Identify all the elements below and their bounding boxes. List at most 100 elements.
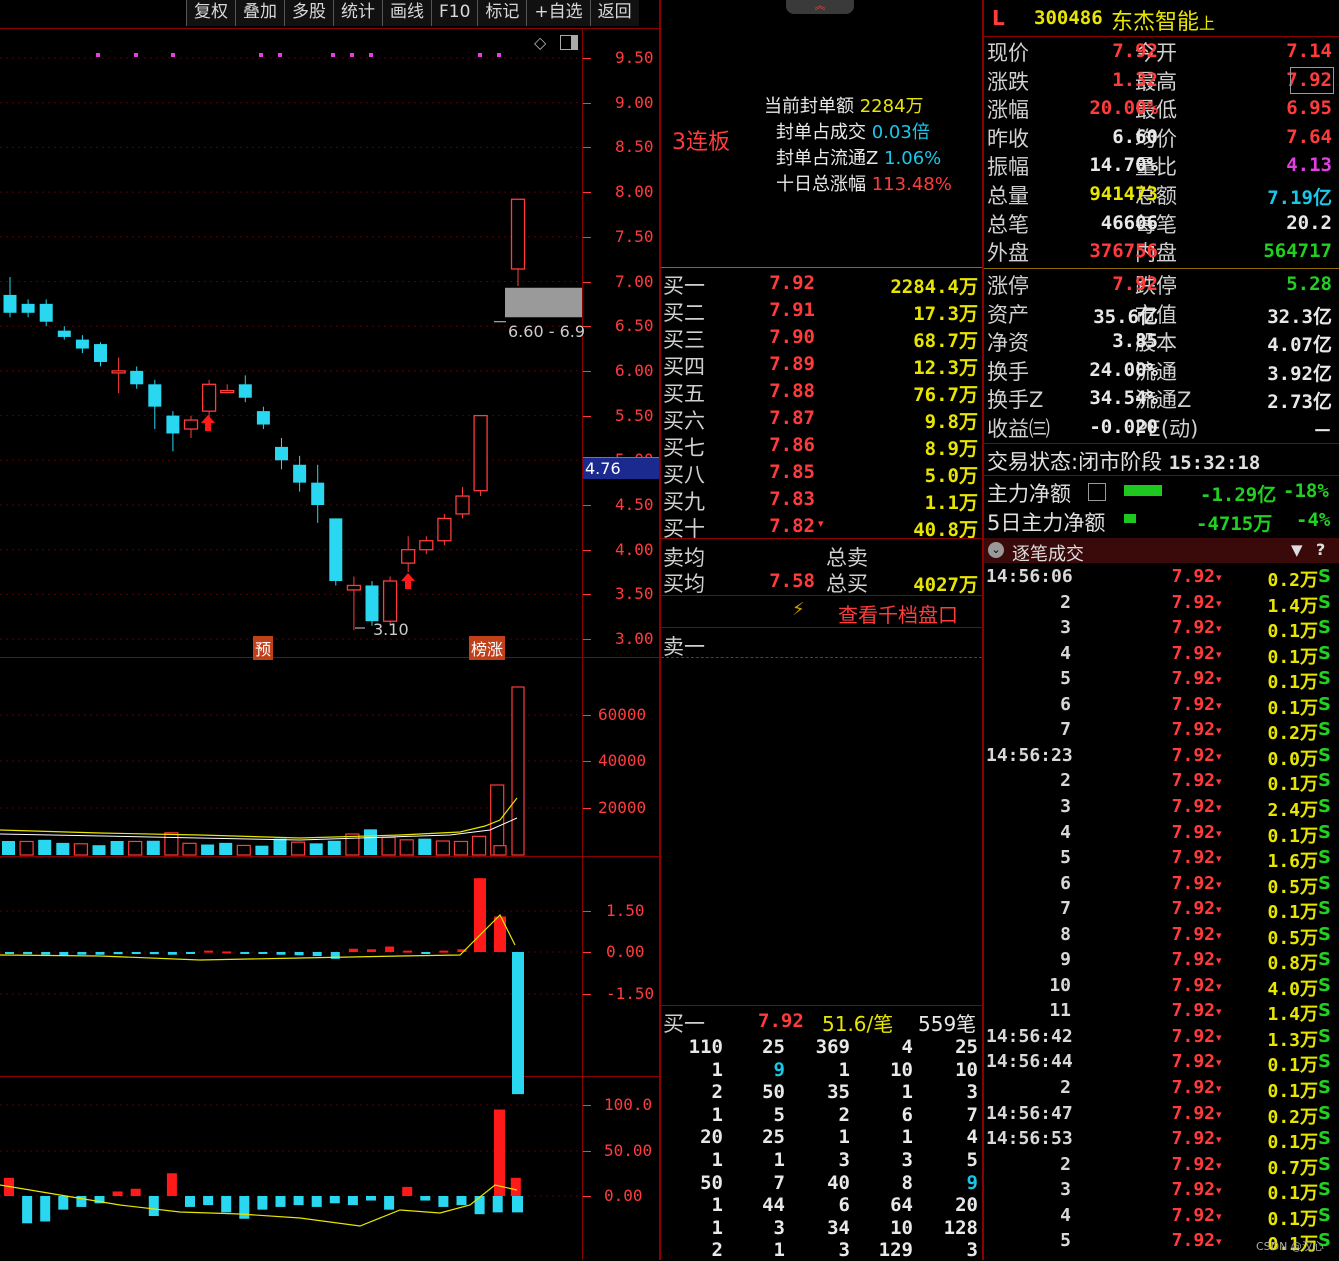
marker-yu[interactable]: 预 bbox=[253, 636, 274, 660]
queue-cell: 3 bbox=[838, 1239, 850, 1261]
toolbar-button-3[interactable]: 统计 bbox=[333, 0, 382, 26]
gap-block bbox=[505, 287, 582, 318]
bid-label: 买五 bbox=[663, 382, 705, 406]
toolbar-button-6[interactable]: 标记 bbox=[477, 0, 527, 26]
volume-bar bbox=[73, 843, 89, 856]
volume-bar bbox=[182, 842, 197, 856]
price-tick-11: 4.00 bbox=[615, 539, 654, 559]
candle-body bbox=[346, 584, 362, 591]
tick-price: 7.92 bbox=[1171, 795, 1215, 817]
indicator-bar bbox=[420, 1196, 431, 1201]
tick-price: 7.92 bbox=[1171, 1153, 1215, 1175]
signal-dot bbox=[96, 53, 100, 57]
toolbar-button-1[interactable]: 叠加 bbox=[235, 0, 284, 26]
tick-side: S bbox=[1318, 898, 1331, 920]
panel-divider bbox=[659, 0, 661, 1260]
quote-label: 昨收 bbox=[987, 126, 1029, 151]
candle-body bbox=[365, 585, 379, 622]
queue-cell: 3 bbox=[901, 1149, 913, 1171]
toolbar-button-2[interactable]: 多股 bbox=[284, 0, 333, 26]
quote-value: 46606 bbox=[1100, 211, 1158, 234]
toolbar-button-4[interactable]: 画线 bbox=[382, 0, 431, 26]
queue-cell: 1 bbox=[773, 1239, 785, 1261]
queue-cell: 20 bbox=[700, 1126, 723, 1149]
bid-label: 买一 bbox=[663, 274, 705, 298]
tick-side: S bbox=[1318, 719, 1331, 741]
price-tick-mark bbox=[583, 639, 591, 641]
quote-label: 现价 bbox=[987, 41, 1029, 65]
toolbar-button-5[interactable]: F10 bbox=[431, 0, 478, 26]
queue-cell: 25 bbox=[955, 1036, 978, 1058]
bid-price[interactable]: 7.85 bbox=[760, 461, 815, 483]
tick-price: 7.92 bbox=[1171, 1128, 1215, 1150]
tick-volume: 0.1万 bbox=[1267, 672, 1318, 694]
queue-cell: 4 bbox=[966, 1126, 978, 1149]
macd-bar bbox=[149, 952, 159, 955]
tick-time: 5 bbox=[1060, 1230, 1071, 1252]
indicator-bar bbox=[384, 1196, 395, 1210]
bid-price[interactable]: 7.87 bbox=[760, 407, 815, 429]
volume-tick-mark bbox=[583, 761, 591, 762]
macd-bar bbox=[512, 952, 524, 1095]
queue-cell: 7 bbox=[966, 1103, 978, 1126]
kline-chart[interactable] bbox=[0, 28, 659, 1260]
bid-label: 买七 bbox=[663, 436, 705, 460]
price-tick-mark bbox=[583, 58, 591, 59]
toolbar-button-8[interactable]: 返回 bbox=[589, 0, 639, 26]
low-label: 3.10 bbox=[373, 620, 409, 639]
tick-side: S bbox=[1318, 847, 1331, 869]
tick-time: 4 bbox=[1060, 1204, 1071, 1226]
tick-volume: 1.3万 bbox=[1267, 1029, 1318, 1051]
price-tick-mark bbox=[583, 102, 591, 104]
tick-price: 7.92 bbox=[1171, 668, 1215, 690]
down-arrow-icon: ▾ bbox=[1216, 673, 1222, 687]
tick-price: 7.92 bbox=[1171, 1051, 1215, 1073]
list-icon[interactable] bbox=[1088, 483, 1106, 501]
filter-icon[interactable]: ▼ bbox=[1291, 541, 1303, 559]
tick-volume: 1.6万 bbox=[1267, 851, 1318, 873]
market-tag: L bbox=[992, 6, 1005, 30]
volume-bar bbox=[327, 840, 341, 855]
bid-price[interactable]: 7.88 bbox=[760, 380, 815, 402]
tick-volume: 1.4万 bbox=[1267, 1004, 1318, 1026]
down-arrow-icon: ▾ bbox=[1216, 571, 1222, 584]
bid-price[interactable]: 7.83 bbox=[760, 488, 815, 510]
candle-body bbox=[111, 370, 126, 374]
price-tick-13: 3.00 bbox=[615, 629, 654, 649]
bid-price[interactable]: 7.82 bbox=[760, 515, 815, 537]
collapse-tab[interactable]: ︽ bbox=[786, 0, 854, 14]
bid-price[interactable]: 7.89 bbox=[760, 353, 815, 375]
indicator-bar bbox=[474, 1196, 485, 1215]
help-icon[interactable]: ? bbox=[1316, 540, 1325, 559]
toolbar-button-0[interactable]: 复权 bbox=[186, 0, 235, 26]
volume-bar bbox=[128, 840, 143, 856]
stock-name[interactable]: 东杰智能上 bbox=[1111, 4, 1215, 36]
depth-button[interactable]: 查看千档盘口 bbox=[838, 599, 958, 628]
bid-price[interactable]: 7.90 bbox=[760, 326, 815, 348]
tick-price: 7.92 bbox=[1171, 1025, 1215, 1047]
bid-price[interactable]: 7.86 bbox=[760, 434, 815, 456]
total-buy-value: 4027万 bbox=[913, 574, 978, 596]
marker-bangzhang[interactable]: 榜涨 bbox=[469, 636, 506, 660]
queue-cell: 35 bbox=[827, 1081, 850, 1104]
bid-price[interactable]: 7.92 bbox=[760, 272, 815, 294]
indicator-bar bbox=[22, 1196, 33, 1224]
bid-price[interactable]: 7.91 bbox=[760, 299, 815, 321]
queue-cell: 7 bbox=[773, 1171, 785, 1194]
price-tick-12: 3.50 bbox=[615, 584, 654, 604]
volume-bar bbox=[146, 840, 160, 855]
chevron-down-icon[interactable]: ⌄ bbox=[988, 542, 1004, 558]
down-arrow-icon: ▾ bbox=[1216, 698, 1222, 712]
down-arrow-icon: ▾ bbox=[1216, 1005, 1222, 1019]
indicator-bar bbox=[275, 1196, 286, 1207]
quote-value: 4.13 bbox=[1286, 154, 1332, 177]
quote-value: 20.2 bbox=[1286, 211, 1332, 234]
volume-bar bbox=[219, 842, 233, 855]
tick-side: S bbox=[1318, 1204, 1331, 1226]
macd-bar bbox=[348, 948, 358, 952]
macd-bar bbox=[41, 952, 51, 955]
quote-label: 振幅 bbox=[987, 155, 1029, 180]
volume-tick-1: 40000 bbox=[598, 751, 647, 770]
toolbar-button-7[interactable]: +自选 bbox=[526, 0, 590, 26]
fundamentals-label: 资产 bbox=[987, 302, 1029, 327]
